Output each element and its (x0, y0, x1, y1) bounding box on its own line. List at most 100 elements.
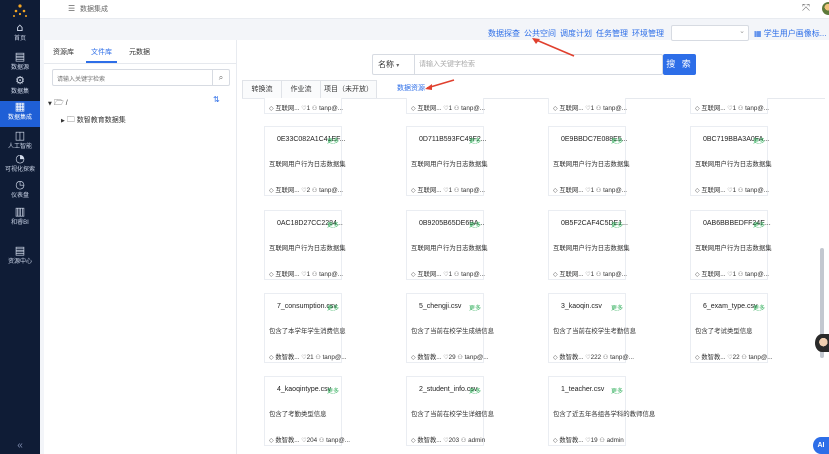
more-link[interactable]: 更多 (327, 303, 339, 312)
card-user: tanp@... (461, 187, 485, 194)
card-source: 互联网... (275, 271, 300, 278)
sidebar-item-dashboard[interactable]: ◷ 仪表盘 (0, 179, 40, 205)
resource-card[interactable]: 7_consumption.csv 更多 包含了本学年学生消费信息 ◇ 数智教... … (264, 293, 346, 363)
nav-data-explore[interactable]: 数据探查 (488, 29, 520, 38)
card-title: 5_chengji.csv (419, 303, 462, 310)
field-select[interactable]: 名称 ▾ (373, 55, 415, 74)
ai-icon: ◫ (14, 129, 26, 142)
tag-icon: ◇ (269, 187, 274, 194)
more-link[interactable]: 更多 (611, 303, 623, 312)
resource-card[interactable]: 6_exam_type.csv 更多 包含了考试类型信息 ◇ 数智教... ♡22 ⚇… (690, 293, 772, 363)
resource-search-input[interactable]: 请输入关键字检索 (419, 55, 475, 74)
menu-icon[interactable]: ☰ (68, 4, 75, 13)
card-source: 互联网... (559, 105, 584, 112)
portrait-link[interactable]: ▦ 学生用户画像标... (754, 28, 826, 39)
bi-icon: ▥ (14, 205, 26, 218)
user-icon: ⚇ (737, 105, 744, 112)
more-link[interactable]: 更多 (753, 220, 765, 229)
nav-task-manage[interactable]: 任务管理 (596, 29, 628, 38)
card-count: 1 (448, 105, 453, 112)
search-icon[interactable]: ⌕ (212, 70, 229, 85)
resource-card[interactable]: 5_chengji.csv 更多 包含了当前在校学生成绩信息 ◇ 数智教... ♡29… (406, 293, 494, 363)
sidebar-item-gear[interactable]: ⚙ 数据集 (0, 75, 40, 101)
collapse-sidebar-button[interactable]: « (0, 440, 40, 454)
more-link[interactable]: 更多 (611, 220, 623, 229)
tab-project[interactable]: 项目（未开放） (320, 80, 377, 98)
card-user: tanp@... (461, 105, 485, 112)
fullscreen-icon[interactable]: ⤧ (802, 3, 810, 14)
tree-search-input[interactable] (53, 73, 211, 87)
sidebar-item-resource[interactable]: ▤ 资源中心 (0, 245, 40, 271)
assistant-avatar[interactable] (815, 334, 829, 352)
resource-card[interactable]: 0E33C082A1C41EF... 更多 互联网用户行为日志数据集 ◇ 互联网...… (264, 126, 346, 196)
sidebar-item-home[interactable]: ⌂ 首页 (0, 22, 40, 48)
nav-env-manage[interactable]: 环境管理 (632, 29, 664, 38)
user-icon: ⚇ (311, 105, 318, 112)
tab-transform-flow[interactable]: 转换流 (242, 80, 282, 98)
ai-assistant-button[interactable]: AI (813, 437, 829, 454)
sort-icon[interactable]: ⇅ (213, 95, 220, 104)
resource-card[interactable]: 0D711B593FC49F2... 更多 互联网用户行为日志数据集 ◇ 互联网...… (406, 126, 488, 196)
more-link[interactable]: 更多 (611, 136, 623, 145)
card-description: 互联网用户行为日志数据集 (553, 245, 630, 252)
resource-card[interactable]: 0BC719BBA3A0FA... 更多 互联网用户行为日志数据集 ◇ 互联网... … (690, 126, 772, 196)
card-title: 4_kaoqintype.csv (277, 386, 332, 393)
tab-metadata[interactable]: 元数据 (124, 43, 155, 62)
resource-card[interactable]: 0E9BBDC7E088E5... 更多 互联网用户行为日志数据集 ◇ 互联网... … (548, 126, 630, 196)
more-link[interactable]: 更多 (469, 220, 481, 229)
more-link[interactable]: 更多 (753, 136, 765, 145)
card-user: tanp@... (461, 271, 485, 278)
card-source: 互联网... (275, 105, 300, 112)
resource-card[interactable]: 2_student_info.csv 更多 包含了当前在校学生详细信息 ◇ 数智教..… (406, 376, 494, 446)
card-source: 数智教... (559, 437, 584, 444)
card-count: 1 (590, 187, 595, 194)
sidebar-item-grid[interactable]: ▦ 数据集成 (0, 101, 40, 127)
resource-card[interactable]: ◇ 互联网... ♡1 ⚇ tanp@... (548, 98, 627, 114)
card-source: 数智教... (275, 437, 300, 444)
resource-card[interactable]: ◇ 互联网... ♡1 ⚇ tanp@... (264, 98, 343, 114)
more-link[interactable]: 更多 (469, 136, 481, 145)
tree-item[interactable]: ▶ 🗀 数智教育数据集 (61, 114, 126, 128)
sidebar-item-bi[interactable]: ▥ 和睿BI (0, 206, 40, 232)
avatar[interactable] (822, 2, 829, 15)
tree-root[interactable]: ▼ 🗁 / (48, 97, 68, 111)
resource-card[interactable]: ◇ 互联网... ♡1 ⚇ tanp@... (690, 98, 769, 114)
more-link[interactable]: 更多 (327, 136, 339, 145)
card-meta: ◇ 互联网... ♡1 ⚇ tanp@... (411, 269, 485, 278)
search-button[interactable]: 搜 索 (663, 54, 696, 75)
user-icon: ⚇ (453, 271, 460, 278)
card-description: 包含了本学年学生消费信息 (269, 328, 346, 335)
tag-icon: ◇ (411, 437, 416, 444)
card-meta: ◇ 互联网... ♡1 ⚇ tanp@... (695, 185, 769, 194)
resource-card[interactable]: 0B5F2CAF4C5DE1... 更多 互联网用户行为日志数据集 ◇ 互联网... … (548, 210, 630, 280)
more-link[interactable]: 更多 (469, 386, 481, 395)
resource-card[interactable]: 1_teacher.csv 更多 包含了近五年各组各学科的教师信息 ◇ 数智教... … (548, 376, 655, 446)
more-link[interactable]: 更多 (753, 303, 765, 312)
caret-right-icon[interactable]: ▶ (61, 118, 65, 124)
tree-root-label: / (65, 100, 68, 107)
card-description: 包含了当前在校学生成绩信息 (411, 328, 495, 335)
card-source: 互联网... (701, 105, 726, 112)
tab-file-library[interactable]: 文件库 (86, 43, 117, 63)
resource-card[interactable]: 0AC18D27CC2284... 更多 互联网用户行为日志数据集 ◇ 互联网... … (264, 210, 346, 280)
card-count: 204 (306, 437, 318, 444)
tab-job-flow[interactable]: 作业流 (281, 80, 321, 98)
resource-card[interactable]: ◇ 互联网... ♡1 ⚇ tanp@... (406, 98, 485, 114)
tab-resource-library[interactable]: 资源库 (48, 43, 79, 62)
caret-down-icon[interactable]: ▼ (48, 101, 52, 107)
sidebar-item-chart[interactable]: ◔ 可视化探索 (0, 153, 40, 179)
resource-card[interactable]: 4_kaoqintype.csv 更多 包含了考勤类型信息 ◇ 数智教... ♡204… (264, 376, 350, 446)
card-description: 包含了当前在校学生详细信息 (411, 411, 495, 418)
more-link[interactable]: 更多 (327, 220, 339, 229)
work-tabs: 转换流 作业流 项目（未开放） 数据资源 (242, 80, 825, 99)
workspace-select[interactable]: ⌄ (671, 25, 749, 41)
resource-card[interactable]: 0AB6BBBEDFF24E... 更多 互联网用户行为日志数据集 ◇ 互联网... … (690, 210, 772, 280)
resource-card[interactable]: 0B9205B65DE6BA... 更多 互联网用户行为日志数据集 ◇ 互联网... … (406, 210, 488, 280)
resource-card[interactable]: 3_kaoqin.csv 更多 包含了当前在校学生考勤信息 ◇ 数智教... ♡222… (548, 293, 636, 363)
more-link[interactable]: 更多 (469, 303, 481, 312)
more-link[interactable]: 更多 (611, 386, 623, 395)
card-title: 6_exam_type.csv (703, 303, 758, 310)
tag-icon: ◇ (269, 437, 274, 444)
card-count: 29 (448, 354, 456, 361)
more-link[interactable]: 更多 (327, 386, 339, 395)
